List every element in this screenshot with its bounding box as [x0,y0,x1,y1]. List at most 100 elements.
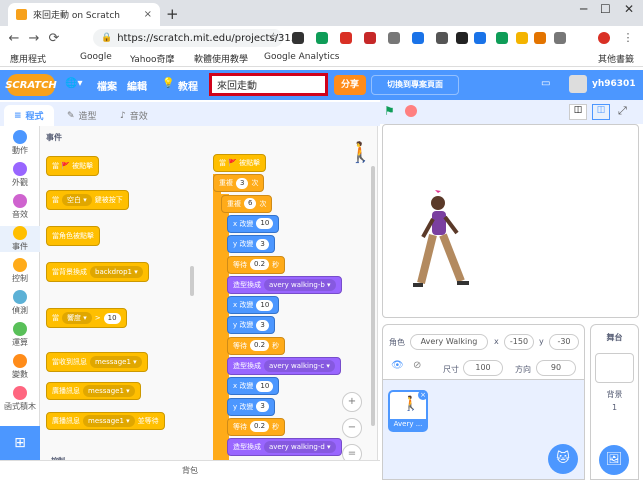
palette-block[interactable]: 當背景換成 backdrop1 ▾ [46,262,149,282]
script-block[interactable]: x 改變 10 [227,296,280,315]
globe-icon[interactable]: 🌐▾ [65,78,82,89]
palette-block[interactable]: 當角色被點擊 [46,226,100,246]
script-block[interactable]: 當 🚩 被點擊 [213,154,267,172]
extension-icon[interactable] [340,32,352,44]
share-button[interactable]: 分享 [334,75,366,95]
block-value[interactable]: 0.2 [250,340,270,352]
sprite-thumbnail[interactable]: 🚶 × Avery ... [388,390,428,432]
add-backdrop-button[interactable]: 🖼 [599,445,629,475]
block-value[interactable]: 3 [256,319,269,331]
palette-block[interactable]: 當響度 ▾ >10 [46,308,127,328]
block-dropdown[interactable]: 空白 ▾ [62,194,92,206]
username[interactable]: yh96301 [592,79,636,89]
palette-block[interactable]: 當空白 ▾ 鍵被按下 [46,190,129,210]
extension-icon[interactable] [292,32,304,44]
bookmark-star-icon[interactable]: ☆ [268,30,279,44]
lightbulb-icon[interactable]: 💡 [162,78,174,89]
add-sprite-button[interactable]: 🐱 [548,444,578,474]
size-input[interactable]: 100 [463,360,503,376]
url-bar[interactable]: 🔒 https://scratch.mit.edu/projects/31... [93,29,300,47]
script-block[interactable]: 造型換成 avery walking-c ▾ [227,357,341,375]
avery-walking-sprite[interactable] [383,125,640,319]
folder-icon[interactable]: ▭ [541,78,550,89]
bookmark-other[interactable]: 其他書籤 [598,52,634,65]
block-dropdown[interactable]: avery walking-d ▾ [264,441,336,454]
back-icon[interactable]: ← [4,31,24,46]
block-value[interactable]: 0.2 [250,259,270,270]
script-block[interactable]: x 改變 10 [227,377,280,396]
extension-icon[interactable] [436,32,448,44]
block-value[interactable]: 10 [256,218,274,230]
category-2[interactable]: 外觀 [0,162,40,188]
minimize-icon[interactable]: ─ [580,2,587,16]
hide-eye-icon[interactable]: ⊘ [413,360,421,371]
extension-icon[interactable] [388,32,400,44]
block-dropdown[interactable]: 響度 ▾ [62,312,92,324]
zoom-out-icon[interactable]: − [342,418,362,438]
menu-file[interactable]: 檔案 [97,78,117,93]
block-value[interactable]: 6 [244,198,257,210]
sprite-name-input[interactable]: Avery Walking [410,334,488,350]
forward-icon[interactable]: → [24,31,44,46]
project-title-input[interactable]: 來回走動 [209,73,328,96]
bookmark-apps[interactable]: 應用程式 [10,52,46,65]
script-block[interactable]: 重複 6 次 [221,194,273,213]
palette-block[interactable]: 當收到訊息 message1 ▾ [46,352,148,372]
palette-block[interactable]: 當 🚩 被點擊 [46,156,100,176]
script-block[interactable]: 造型換成 avery walking-b ▾ [227,275,342,294]
block-dropdown[interactable]: avery walking-b ▾ [264,278,336,291]
direction-input[interactable]: 90 [536,360,576,376]
menu-edit[interactable]: 編輯 [127,78,147,93]
scratch-logo[interactable]: SCRATCH [5,74,57,96]
new-tab-button[interactable]: + [166,5,179,23]
script-block[interactable]: y 改變 3 [227,316,275,335]
extension-icon[interactable] [474,32,486,44]
block-value[interactable]: 10 [256,380,274,392]
script-scrollbar[interactable] [371,166,375,426]
block-value[interactable]: 3 [256,238,269,250]
script-block[interactable]: x 改變 10 [227,214,280,233]
extension-icon[interactable] [496,32,508,44]
add-extension-button[interactable]: ⊞ [0,426,40,460]
bookmark-analytics[interactable]: Google Analytics [264,52,339,62]
fullscreen-icon[interactable]: ⤢ [618,104,627,118]
normal-stage-icon[interactable]: ◫ [592,104,610,120]
avatar[interactable] [569,75,587,93]
stop-icon[interactable] [405,105,417,117]
x-input[interactable]: -150 [504,334,534,350]
block-dropdown[interactable]: message1 ▾ [83,385,135,397]
extension-icon[interactable] [364,32,376,44]
extension-icon[interactable] [516,32,528,44]
palette-block[interactable]: 控制 [46,452,70,460]
reload-icon[interactable]: ⟳ [44,31,64,46]
extension-icon[interactable] [456,32,468,44]
script-block[interactable]: y 改變 3 [227,397,275,416]
green-flag-icon[interactable]: ⚑ [384,104,395,118]
tab-close-icon[interactable]: × [144,9,152,20]
bookmark-google[interactable]: Google [80,52,112,62]
maximize-icon[interactable]: ☐ [600,2,611,16]
block-dropdown[interactable]: message1 ▾ [90,356,142,368]
script-block[interactable]: 等待 0.2 秒 [227,255,286,274]
script-block[interactable]: 等待 0.2 秒 [227,417,286,436]
palette-block[interactable]: 廣播訊息 message1 ▾ [46,382,141,400]
category-1[interactable]: 動作 [0,130,40,156]
extension-icon[interactable] [554,32,566,44]
block-value[interactable]: 3 [236,177,249,189]
menu-tutorials[interactable]: 教程 [178,78,198,93]
extension-icon[interactable] [412,32,424,44]
backpack[interactable]: 背包 [0,460,380,480]
palette-scrollbar[interactable] [190,266,194,296]
delete-sprite-icon[interactable]: × [418,390,428,400]
tab-costumes[interactable]: ✎ 造型 [57,105,107,126]
block-dropdown[interactable]: message1 ▾ [83,415,135,427]
block-value[interactable]: 0.2 [250,421,270,433]
palette-block[interactable]: 廣播訊息 message1 ▾ 並等待 [46,412,165,430]
backdrop-thumbnail[interactable] [595,353,634,383]
see-project-page-button[interactable]: 切換到專案頁面 [371,75,459,95]
category-7[interactable]: 運算 [0,322,40,348]
stage[interactable] [382,124,639,318]
tab-code[interactable]: ≡ 程式 [4,105,54,126]
browser-tab[interactable]: 來回走動 on Scratch × [8,3,160,26]
category-5[interactable]: 控制 [0,258,40,284]
